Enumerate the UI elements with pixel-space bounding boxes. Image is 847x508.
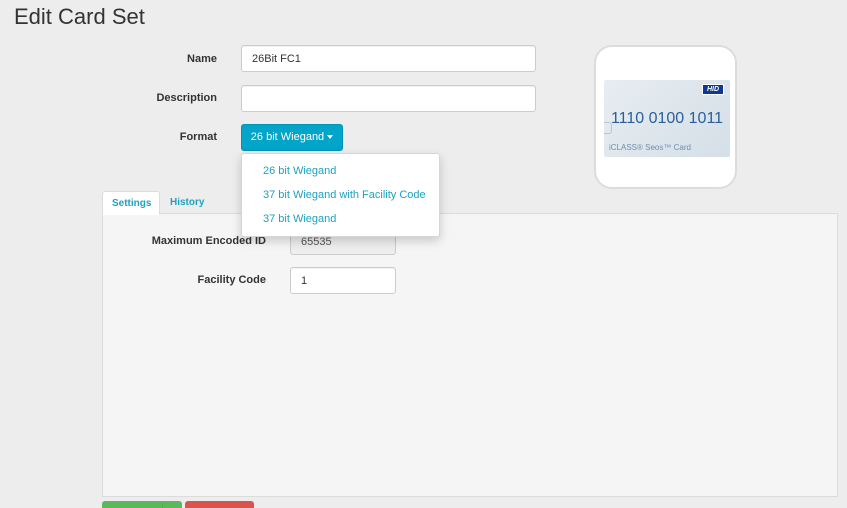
delete-button[interactable] xyxy=(185,501,254,508)
format-option-37bit[interactable]: 37 bit Wiegand xyxy=(242,207,439,231)
caret-down-icon xyxy=(327,135,334,139)
name-label: Name xyxy=(187,53,217,65)
save-button[interactable] xyxy=(102,501,182,508)
facility-code-input[interactable] xyxy=(290,267,396,294)
card-number: 1110 0100 1011 xyxy=(610,110,724,127)
page-title: Edit Card Set xyxy=(14,4,145,29)
card-image-frame: HID 1110 0100 1011 iCLASS® Seos™ Card xyxy=(594,45,737,189)
format-option-37bit-facility[interactable]: 37 bit Wiegand with Facility Code xyxy=(242,183,439,207)
card-brand: iCLASS® Seos™ Card xyxy=(609,143,691,152)
description-input[interactable] xyxy=(241,85,536,112)
format-selected-label: 26 bit Wiegand xyxy=(250,131,325,143)
tab-settings[interactable]: Settings xyxy=(102,191,160,215)
format-dropdown-menu: 26 bit Wiegand 37 bit Wiegand with Facil… xyxy=(241,153,440,237)
card-image: HID 1110 0100 1011 iCLASS® Seos™ Card xyxy=(604,80,730,157)
description-label: Description xyxy=(156,92,217,104)
format-label: Format xyxy=(179,131,217,143)
edit-card-set-page: Edit Card Set Name Description Format 26… xyxy=(0,0,847,508)
name-input[interactable] xyxy=(241,45,536,72)
save-button-split-divider xyxy=(162,503,163,508)
tab-history[interactable]: History xyxy=(161,191,213,215)
settings-tab-panel xyxy=(102,213,838,497)
format-option-26bit[interactable]: 26 bit Wiegand xyxy=(242,159,439,183)
facility-code-label: Facility Code xyxy=(197,274,266,286)
format-dropdown-button[interactable]: 26 bit Wiegand xyxy=(241,124,343,151)
hid-logo: HID xyxy=(701,84,724,95)
